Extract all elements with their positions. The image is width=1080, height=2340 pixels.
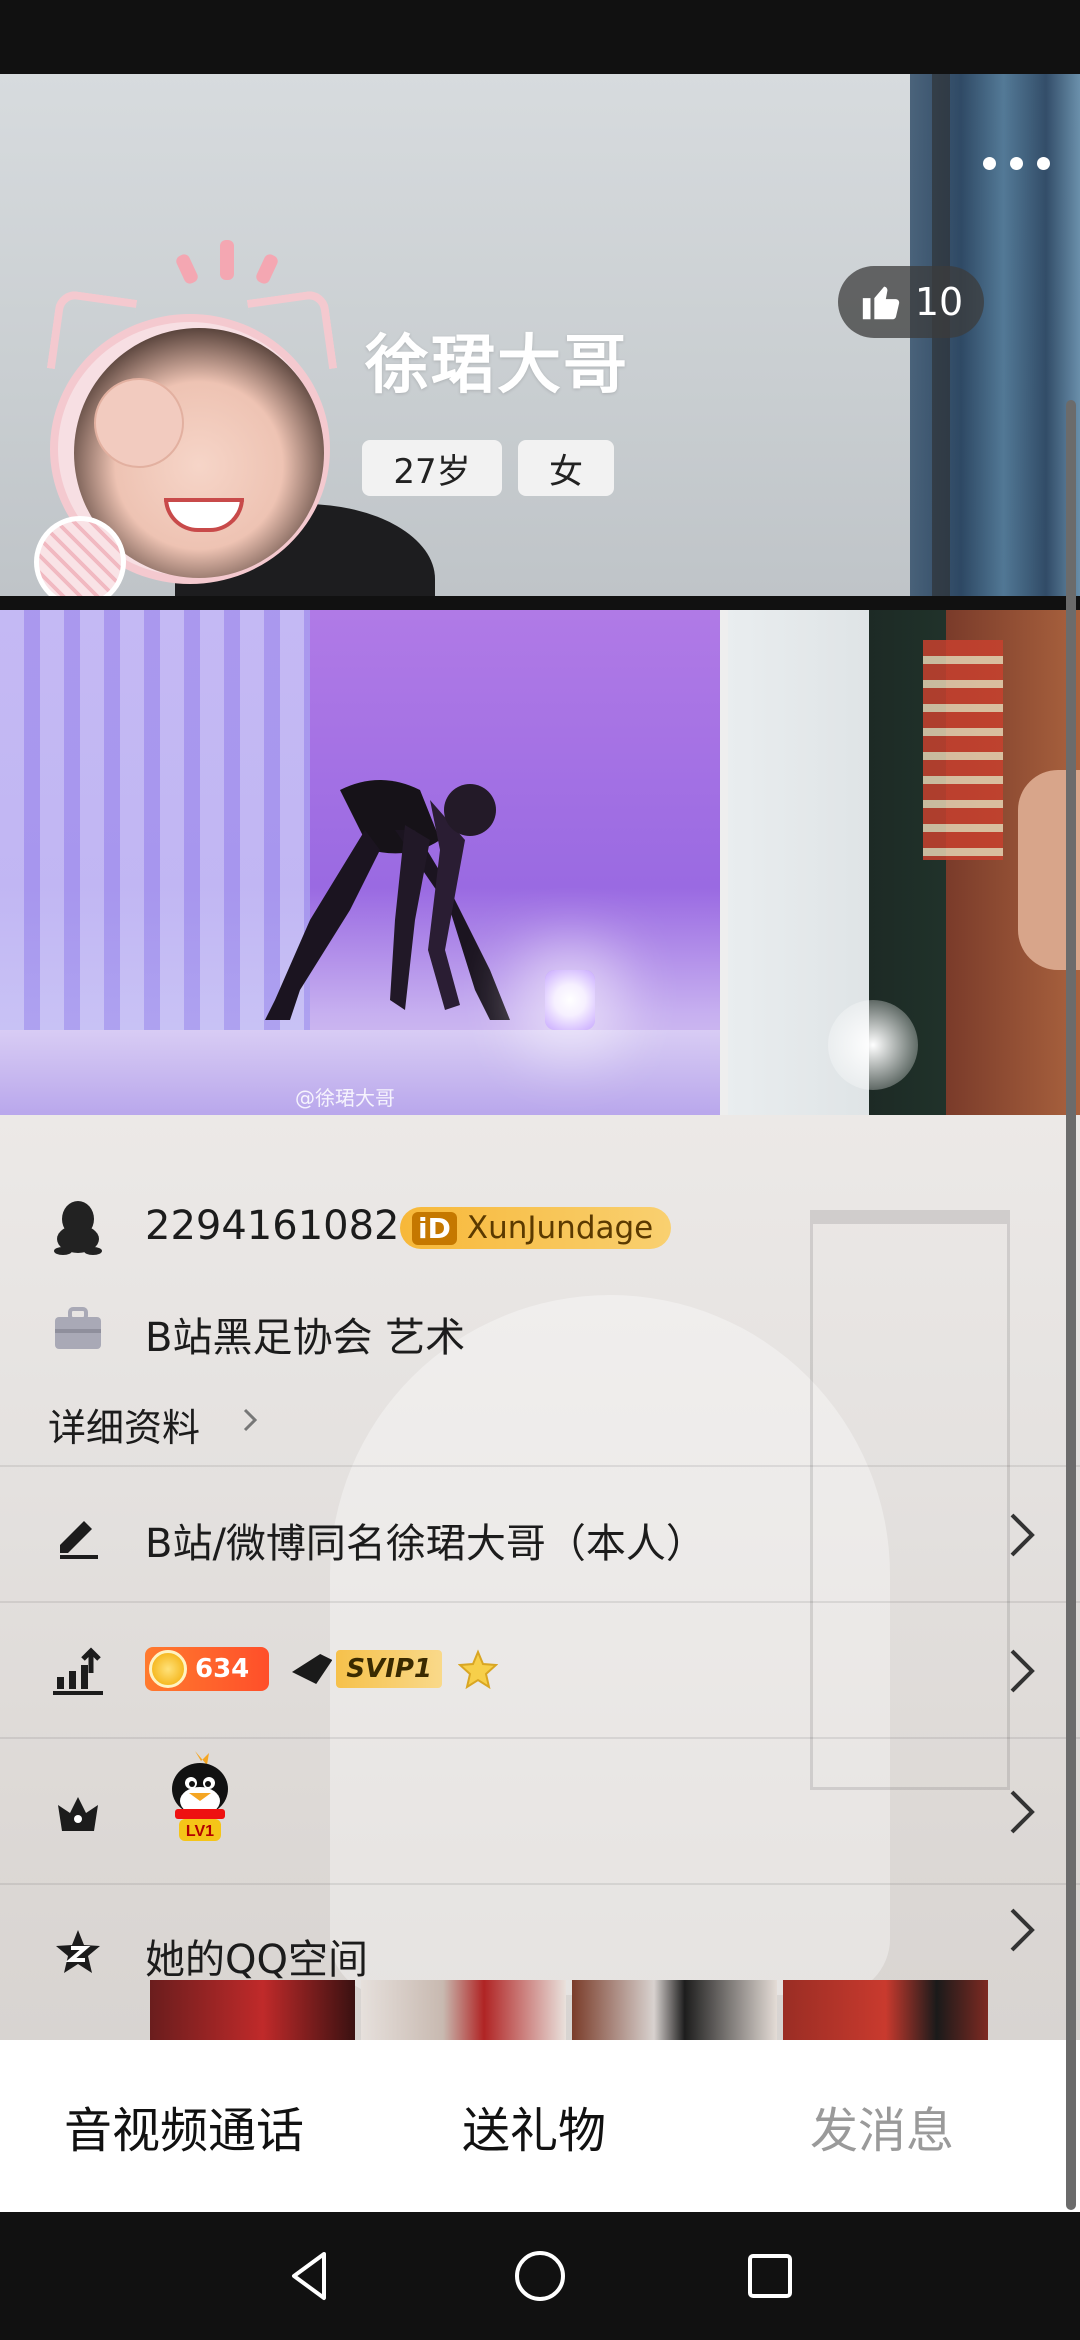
qzone-thumbnails[interactable] <box>150 1980 988 2040</box>
coin-badge: 634 <box>145 1647 269 1691</box>
coin-icon <box>149 1650 187 1688</box>
send-message-button[interactable]: 发消息 <box>810 2040 954 2212</box>
chevron-right-icon <box>243 1408 258 1432</box>
svip-plane-icon <box>292 1654 333 1684</box>
dancer-figure <box>265 780 510 1020</box>
qzone-thumbnail[interactable] <box>783 1980 988 2040</box>
chevron-right-icon <box>1010 1908 1035 1952</box>
signature-row[interactable]: B站/微博同名徐珺大哥（本人） <box>0 1465 1080 1601</box>
qzone-thumbnail[interactable] <box>150 1980 355 2040</box>
qq-number: 2294161082 <box>145 1203 400 1249</box>
qzone-row[interactable]: 她的QQ空间 <box>0 1883 1080 2040</box>
pet-row[interactable]: LV1 <box>0 1737 1080 1883</box>
svip-label: SVIP1 <box>336 1650 442 1688</box>
sparkle-decoration-icon <box>176 240 278 284</box>
id-badge-text: XunJundage <box>466 1210 654 1246</box>
photo-watermark: @徐珺大哥 <box>295 1086 395 1110</box>
svip-badge: SVIP1 <box>292 1647 442 1691</box>
qzone-thumbnail[interactable] <box>361 1980 566 2040</box>
action-bar: 音视频通话 送礼物 发消息 <box>0 2040 1080 2212</box>
avatar-frame[interactable] <box>22 234 338 596</box>
chevron-right-icon <box>1010 1790 1035 1834</box>
profile-header: 10 徐珺大哥 27岁 女 <box>0 74 1080 596</box>
gallery-photo[interactable] <box>728 610 1080 1115</box>
system-nav-bar <box>0 2212 1080 2340</box>
scrollbar[interactable] <box>1066 400 1076 2210</box>
detail-profile-link[interactable]: 详细资料 <box>0 1385 1080 1455</box>
qq-pet-penguin-icon: LV1 <box>172 1751 228 1841</box>
home-circle-icon[interactable] <box>510 2246 570 2306</box>
voice-video-call-button[interactable]: 音视频通话 <box>64 2040 304 2212</box>
photo-gallery[interactable]: @徐珺大哥 <box>0 610 1080 1115</box>
crown-icon <box>50 1785 106 1841</box>
more-dots-icon <box>983 156 996 170</box>
detail-profile-label: 详细资料 <box>48 1406 201 1450</box>
chevron-right-icon <box>1010 1513 1035 1557</box>
gallery-photo[interactable]: @徐珺大哥 <box>0 610 720 1115</box>
more-options-button[interactable] <box>983 148 1050 178</box>
coin-count: 634 <box>195 1654 250 1684</box>
star-z-icon <box>50 1925 106 1981</box>
back-triangle-icon[interactable] <box>280 2246 340 2306</box>
chevron-right-icon <box>1010 1649 1035 1693</box>
briefcase-icon <box>50 1301 106 1357</box>
gender-tag: 女 <box>518 440 614 496</box>
thumbs-up-icon <box>862 286 899 320</box>
stage-light <box>545 970 595 1030</box>
qzone-thumbnail[interactable] <box>572 1980 777 2040</box>
profile-name: 徐珺大哥 <box>365 329 629 403</box>
qq-id-row: 2294161082 iD XunJundage <box>0 1193 1080 1263</box>
level-row[interactable]: 634 SVIP1 <box>0 1601 1080 1737</box>
send-gift-button[interactable]: 送礼物 <box>462 2040 606 2212</box>
status-bar <box>0 0 1080 74</box>
id-badge[interactable]: iD XunJundage <box>400 1207 672 1249</box>
growth-chart-icon <box>50 1643 106 1699</box>
pet-level-badge: LV1 <box>186 1823 214 1840</box>
qq-penguin-icon <box>50 1199 106 1255</box>
age-tag: 27岁 <box>362 440 502 496</box>
like-count: 10 <box>914 280 964 324</box>
work-row: B站黑足协会 艺术 <box>0 1295 1080 1365</box>
work-info: B站黑足协会 艺术 <box>145 1315 466 1361</box>
star-icon <box>458 1649 498 1689</box>
profile-info: 2294161082 iD XunJundage B站黑足协会 艺术 详细资料 <box>0 1115 1080 2040</box>
like-button[interactable]: 10 <box>838 266 984 338</box>
id-mark: iD <box>412 1211 457 1245</box>
signature-text: B站/微博同名徐珺大哥（本人） <box>145 1521 706 1567</box>
recent-apps-square-icon[interactable] <box>740 2246 800 2306</box>
qzone-title: 她的QQ空间 <box>145 1937 368 1983</box>
pen-icon <box>50 1507 106 1563</box>
